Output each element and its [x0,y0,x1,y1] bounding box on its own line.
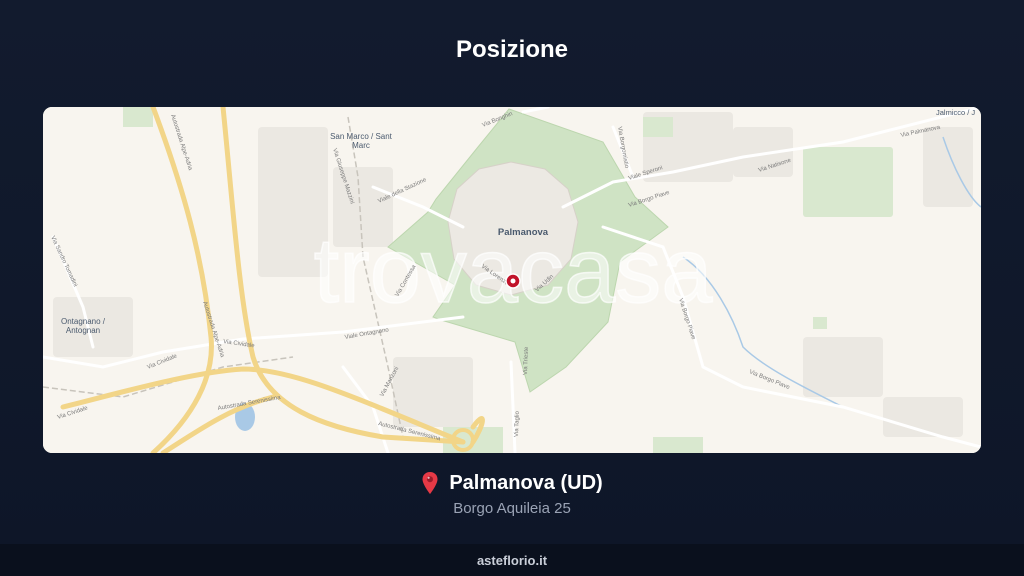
place-label-ontagnano-2: Antognan [66,326,100,335]
location-address: Borgo Aquileia 25 [453,500,571,517]
footer: asteflorio.it [0,544,1024,576]
road-label-via-taglio: Via Taglio [514,410,521,437]
map-view[interactable]: trovacasa Palmanova San Marco / Sant Mar… [43,107,981,453]
place-label-jalmicco: Jalmicco / J [936,108,975,117]
map-pin-icon [421,471,439,495]
place-label-san-marco-2: Marc [352,141,370,150]
location-marker[interactable] [505,273,521,289]
map-canvas[interactable]: trovacasa Palmanova San Marco / Sant Mar… [43,107,981,453]
town-label: Palmanova [498,227,549,238]
road-label-via-trieste: Via Trieste [523,346,530,375]
location-row: Palmanova (UD) [0,471,1024,495]
section-title: Posizione [455,36,569,63]
place-label-san-marco: San Marco / Sant [330,132,393,141]
footer-brand[interactable]: asteflorio.it [477,553,547,568]
location-city: Palmanova (UD) [449,471,603,494]
place-label-ontagnano: Ontagnano / [61,317,106,326]
